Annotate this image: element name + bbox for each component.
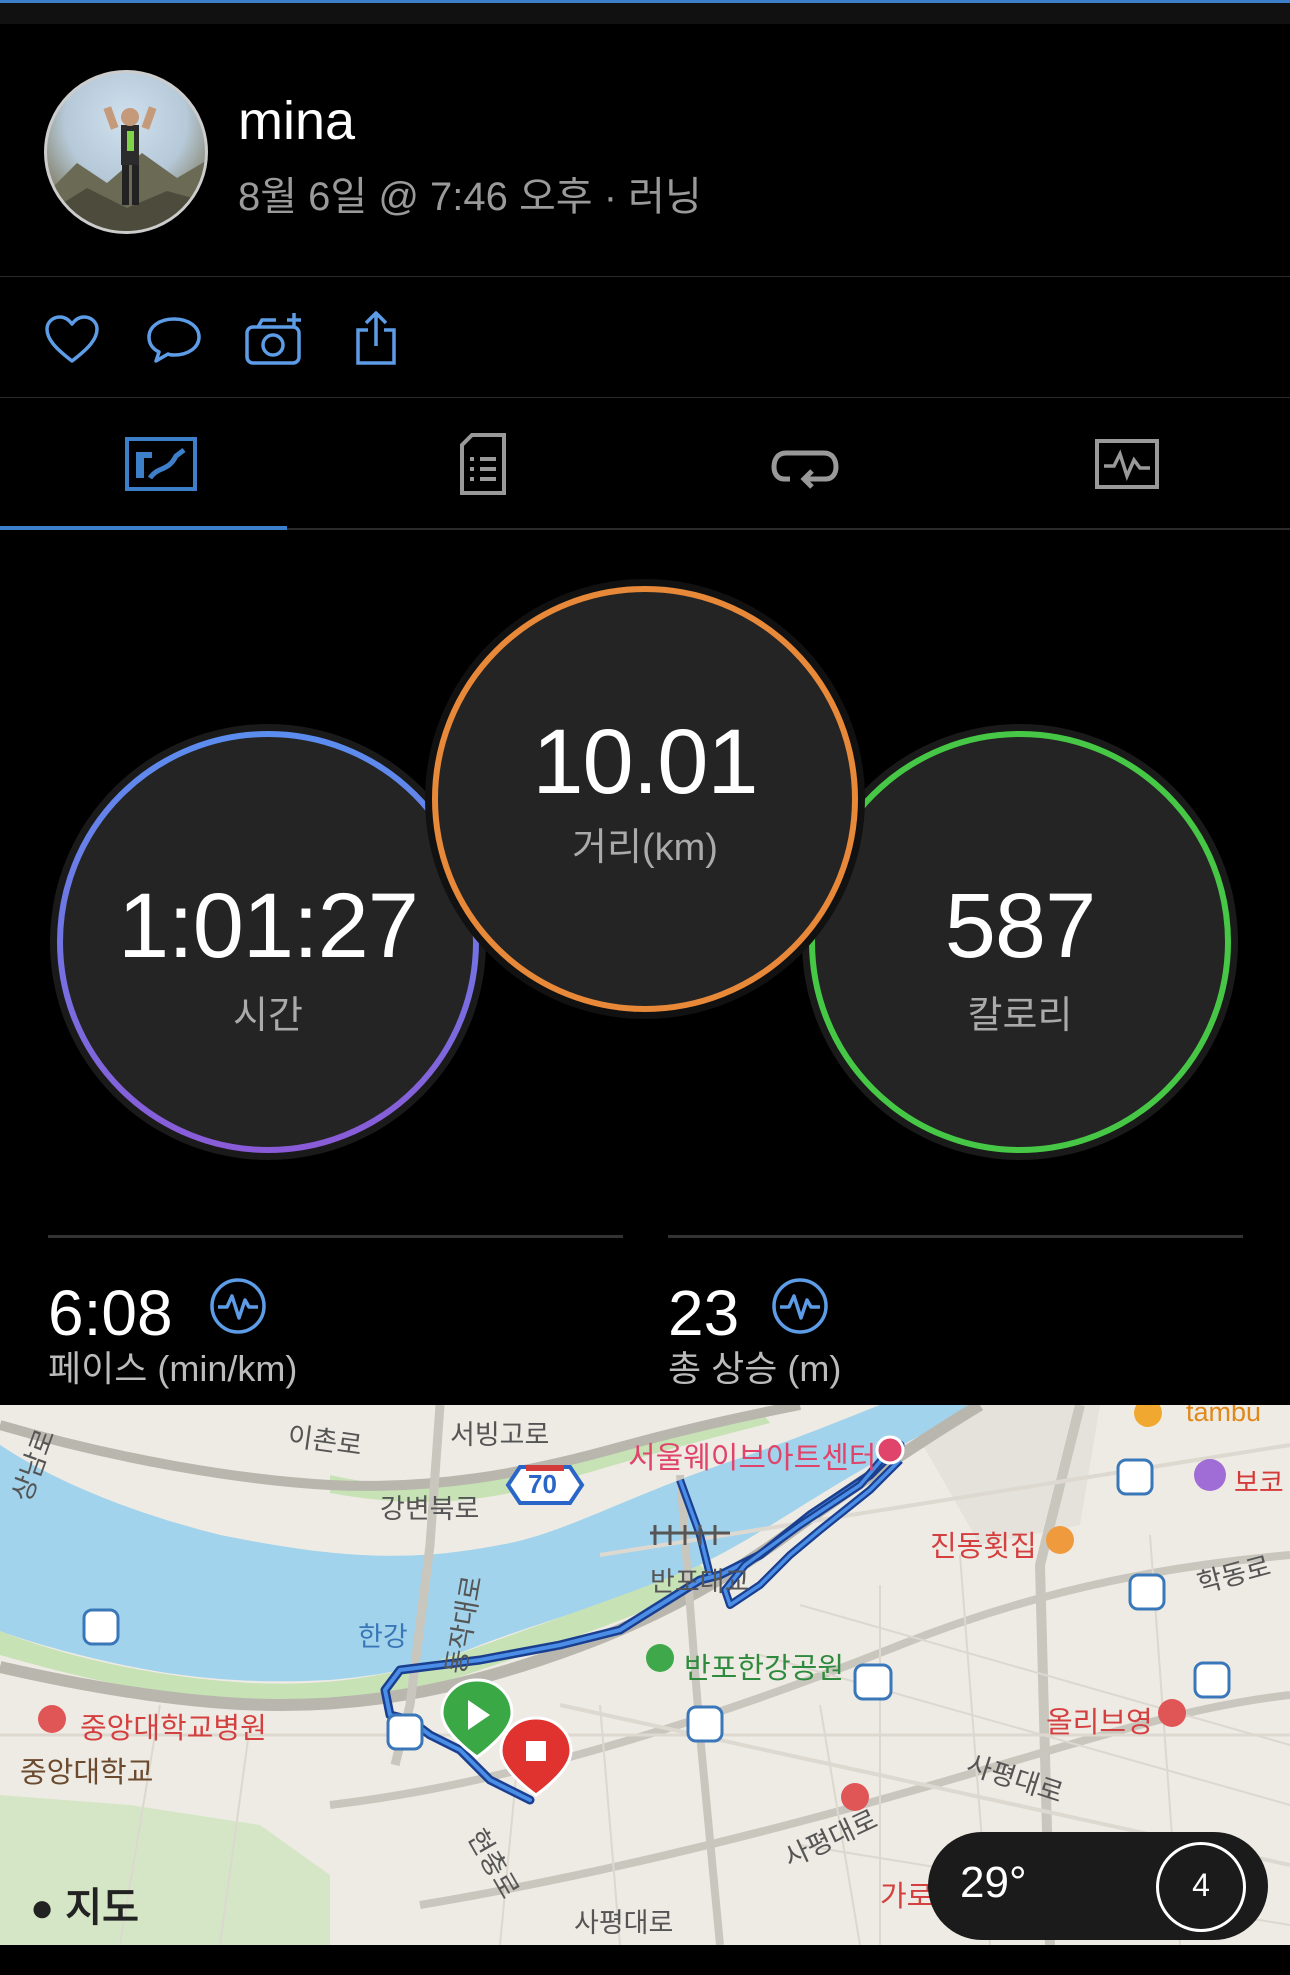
tab-details[interactable] — [322, 400, 644, 528]
distance-label: 거리(km) — [572, 827, 718, 869]
apple-logo-icon: ● — [30, 1886, 55, 1930]
pace-stat[interactable]: 6:08 페이스 (min/km) — [48, 1235, 623, 1389]
map-label-chungang-univ: 중앙대학교 — [20, 1757, 154, 1789]
details-list-icon — [460, 433, 506, 495]
heart-icon — [45, 315, 99, 363]
map-label-tambu: tambu — [1186, 1405, 1262, 1427]
overview-map-icon — [125, 437, 197, 491]
map-label-jindong: 진동횟집 — [930, 1531, 1037, 1563]
map-label-hangang: 한강 — [358, 1622, 408, 1652]
charts-icon — [1095, 439, 1159, 489]
elevation-chart-icon[interactable] — [770, 1276, 830, 1336]
map-label-wave-art-center: 서울웨이브아트센터 — [628, 1442, 877, 1475]
distance-value: 10.01 — [532, 711, 758, 813]
comment-button[interactable] — [143, 308, 205, 370]
map-label-sapyeong-daero-3: 사평대로 — [574, 1908, 674, 1938]
elevation-label: 총 상승 (m) — [668, 1348, 842, 1389]
map-label-chungang-hospital: 중앙대학교병원 — [80, 1713, 267, 1745]
distance-ring: 10.01 거리(km) — [424, 578, 866, 1020]
elevation-value: 23 — [668, 1277, 740, 1349]
stats-rings: 1:01:27 시간 587 칼로리 10.01 거리(km) — [0, 532, 1290, 1172]
pace-value: 6:08 — [48, 1277, 173, 1349]
time-ring: 1:01:27 시간 — [48, 722, 488, 1162]
calories-value: 587 — [944, 875, 1097, 977]
map-label-highway: 70 — [528, 1469, 557, 1499]
map-label-bogo: 보코 — [1234, 1468, 1284, 1498]
map-label-garo: 가로 — [880, 1881, 934, 1913]
elevation-stat[interactable]: 23 총 상승 (m) — [668, 1235, 1243, 1389]
activity-header: mina 8월 6일 @ 7:46 오후 · 러닝 — [0, 24, 1290, 277]
share-button[interactable] — [345, 308, 407, 370]
time-value: 1:01:27 — [118, 875, 419, 977]
add-photo-button[interactable] — [244, 308, 306, 370]
map-label-banpo-park: 반포한강공원 — [684, 1653, 845, 1685]
action-bar — [0, 278, 1290, 398]
user-name[interactable]: mina — [238, 90, 355, 152]
weather-widget[interactable]: 29° 4 — [928, 1832, 1268, 1940]
map-label-gangbyeonbuk-ro: 강변북로 — [380, 1494, 480, 1524]
air-quality-value: 4 — [1192, 1867, 1210, 1903]
calories-label: 칼로리 — [967, 995, 1073, 1037]
pace-chart-icon[interactable] — [208, 1276, 268, 1336]
status-bar — [0, 0, 1290, 24]
apple-maps-attribution[interactable]: ● 지도 — [30, 1875, 139, 1933]
active-tab-indicator — [0, 526, 287, 530]
activity-tabs — [0, 400, 1290, 530]
bottom-bar — [0, 1945, 1290, 1975]
air-quality-indicator: 4 — [1156, 1842, 1246, 1932]
avatar[interactable] — [44, 70, 208, 234]
time-label: 시간 — [233, 995, 303, 1037]
calories-ring: 587 칼로리 — [800, 722, 1240, 1162]
add-photo-icon — [245, 313, 301, 365]
tab-overview[interactable] — [0, 400, 322, 528]
share-icon — [356, 311, 396, 365]
like-button[interactable] — [41, 308, 103, 370]
map-label-olive-young: 올리브영 — [1046, 1707, 1153, 1739]
tab-charts[interactable] — [966, 400, 1288, 528]
map-label-seobinggo-ro: 서빙고로 — [450, 1420, 550, 1450]
comment-icon — [147, 317, 201, 363]
pace-label: 페이스 (min/km) — [48, 1348, 298, 1389]
map-label-banpo-bridge: 반포대교 — [650, 1567, 750, 1597]
tab-laps[interactable] — [644, 400, 966, 528]
laps-loop-icon — [771, 450, 839, 489]
activity-meta: 8월 6일 @ 7:46 오후 · 러닝 — [238, 175, 702, 219]
weather-temp: 29° — [960, 1858, 1027, 1907]
